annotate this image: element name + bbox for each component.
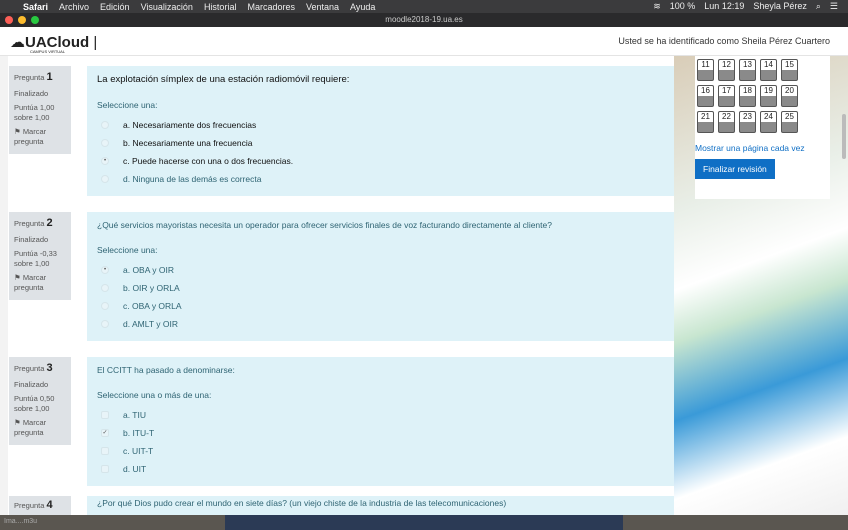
checkbox[interactable]	[101, 465, 109, 473]
radio-selected[interactable]: •	[101, 157, 109, 165]
radio[interactable]	[101, 320, 109, 328]
clock[interactable]: Lun 12:19	[704, 1, 744, 12]
checkbox[interactable]	[101, 411, 109, 419]
radio[interactable]	[101, 121, 109, 129]
radio[interactable]	[101, 284, 109, 292]
user-menu[interactable]: Sheyla Pérez	[753, 1, 807, 12]
option[interactable]: c. UIT-T	[97, 442, 664, 460]
show-one-page-link[interactable]: Mostrar una página cada vez	[695, 143, 830, 153]
user-login-info: Usted se ha identificado como Sheila Pér…	[618, 36, 830, 46]
radio[interactable]	[101, 302, 109, 310]
uacloud-logo[interactable]: ☁UACloud | CAMPUS VIRTUAL	[10, 33, 97, 54]
option[interactable]: b. Necesariamente una frecuencia	[97, 134, 664, 152]
cloud-icon: ☁	[10, 34, 25, 51]
question-nav-button[interactable]: 19	[760, 85, 777, 107]
question-info: Pregunta 1 Finalizado Puntúa 1,00 sobre 1,…	[9, 66, 71, 154]
flag-question[interactable]: ⚑ Marcar pregunta	[14, 127, 66, 147]
option[interactable]: ✓ b. ITU-T	[97, 424, 664, 442]
search-icon[interactable]: ⌕	[816, 1, 821, 12]
flag-question[interactable]: ⚑ Marcar pregunta	[14, 418, 66, 438]
question-content: El CCITT ha pasado a denominarse: Selecc…	[87, 357, 674, 486]
radio-selected[interactable]: •	[101, 266, 109, 274]
option[interactable]: d. AMLT y OIR	[97, 315, 664, 333]
question-nav-button[interactable]: 12	[718, 59, 735, 81]
menu-bar: Safari Archivo Edición Visualización His…	[0, 0, 848, 13]
question-nav-button[interactable]: 21	[697, 111, 714, 133]
question-info: Pregunta 4	[9, 496, 71, 515]
minimize-button[interactable]	[18, 16, 26, 24]
question-nav-button[interactable]: 25	[781, 111, 798, 133]
option[interactable]: c. OBA y ORLA	[97, 297, 664, 315]
window-titlebar: moodle2018-19.ua.es	[0, 13, 848, 27]
option[interactable]: b. OIR y ORLA	[97, 279, 664, 297]
question-nav-button[interactable]: 23	[739, 111, 756, 133]
battery-text[interactable]: 100 %	[670, 1, 696, 12]
wifi-icon[interactable]: ≋	[653, 1, 661, 12]
question-info: Pregunta 3 Finalizado Puntúa 0,50 sobre 1,…	[9, 357, 71, 445]
question-nav-button[interactable]: 16	[697, 85, 714, 107]
option[interactable]: a. TIU	[97, 406, 664, 424]
option[interactable]: d. UIT	[97, 460, 664, 478]
radio[interactable]	[101, 139, 109, 147]
list-icon[interactable]: ☰	[830, 1, 838, 12]
question-nav-button[interactable]: 11	[697, 59, 714, 81]
dock: Ima....m3u	[0, 515, 848, 530]
window-title: moodle2018-19.ua.es	[385, 15, 463, 24]
quiz-navigation: 11 12 13 14 15 16 17 18 19 20 21 22 23 24 25 Mostrar u…	[695, 56, 830, 199]
menu-historial[interactable]: Historial	[204, 2, 237, 12]
question-nav-button[interactable]: 13	[739, 59, 756, 81]
question-nav-button[interactable]: 18	[739, 85, 756, 107]
option[interactable]: • a. OBA y OIR	[97, 261, 664, 279]
checkbox-checked[interactable]: ✓	[101, 429, 109, 437]
menu-app[interactable]: Safari	[23, 2, 48, 12]
flag-question[interactable]: ⚑ Marcar pregunta	[14, 273, 66, 293]
question-info: Pregunta 2 Finalizado Puntúa -0,33 sobre 1…	[9, 212, 71, 300]
zoom-button[interactable]	[31, 16, 39, 24]
scrollbar[interactable]	[842, 114, 846, 159]
question-nav-button[interactable]: 14	[760, 59, 777, 81]
site-header: ☁UACloud | CAMPUS VIRTUAL Usted se ha ide…	[0, 27, 848, 56]
checkbox[interactable]	[101, 447, 109, 455]
menu-marcadores[interactable]: Marcadores	[247, 2, 295, 12]
quiz-review: Pregunta 1 Finalizado Puntúa 1,00 sobre 1,…	[0, 56, 674, 515]
question-content: ¿Por qué Dios pudo crear el mundo en sie…	[87, 496, 674, 515]
menu-visualizacion[interactable]: Visualización	[141, 2, 193, 12]
dock-label: Ima....m3u	[4, 518, 38, 525]
menu-ventana[interactable]: Ventana	[306, 2, 339, 12]
finish-review-button[interactable]: Finalizar revisión	[695, 159, 775, 179]
question-nav-button[interactable]: 20	[781, 85, 798, 107]
question-content: La explotación símplex de una estación r…	[87, 66, 674, 196]
radio[interactable]	[101, 175, 109, 183]
question-nav-button[interactable]: 24	[760, 111, 777, 133]
option[interactable]: a. Necesariamente dos frecuencias	[97, 116, 664, 134]
menu-edicion[interactable]: Edición	[100, 2, 130, 12]
dock-apps[interactable]	[225, 515, 623, 530]
menu-ayuda[interactable]: Ayuda	[350, 2, 375, 12]
menu-archivo[interactable]: Archivo	[59, 2, 89, 12]
option[interactable]: d. Ninguna de las demás es correcta	[97, 170, 664, 188]
question-nav-button[interactable]: 22	[718, 111, 735, 133]
sidebar: 11 12 13 14 15 16 17 18 19 20 21 22 23 24 25 Mostrar u…	[674, 56, 848, 515]
close-button[interactable]	[5, 16, 13, 24]
question-content: ¿Qué servicios mayoristas necesita un op…	[87, 212, 674, 341]
question-nav-button[interactable]: 15	[781, 59, 798, 81]
option[interactable]: • c. Puede hacerse con una o dos frecuenc…	[97, 152, 664, 170]
question-nav-button[interactable]: 17	[718, 85, 735, 107]
